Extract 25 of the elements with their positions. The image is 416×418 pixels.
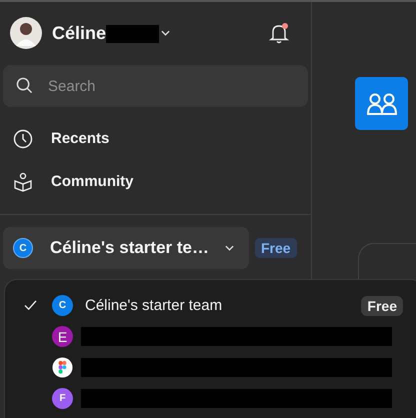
people-icon [366, 92, 396, 114]
team-switcher[interactable]: C Céline's starter te… [3, 227, 249, 269]
account-menu-button[interactable]: Céline [42, 22, 106, 44]
community-icon [13, 172, 33, 192]
chevron-down-icon[interactable] [161, 30, 170, 36]
team-avatar: E [52, 326, 73, 347]
team-menu-item[interactable]: F [5, 383, 416, 414]
team-tile[interactable] [355, 77, 408, 130]
app-logo-icon [52, 357, 73, 378]
team-menu-item[interactable]: E [5, 321, 416, 352]
team-menu-item[interactable]: C Céline's starter team Free [5, 290, 416, 321]
chevron-down-icon [225, 245, 234, 251]
nav-item[interactable]: Community [3, 160, 308, 203]
nav-item[interactable]: Recents [3, 117, 308, 160]
search-field[interactable]: Search [3, 65, 308, 107]
notification-bell-icon[interactable] [268, 22, 290, 44]
team-avatar: C [13, 238, 33, 258]
clock-icon [13, 128, 33, 148]
team-avatar: F [52, 388, 73, 409]
search-icon [16, 77, 33, 94]
plan-badge: Free [361, 296, 403, 316]
team-avatar: C [52, 295, 73, 316]
plan-badge: Free [255, 238, 297, 258]
avatar[interactable] [10, 17, 42, 49]
checkmark-icon [24, 300, 37, 311]
